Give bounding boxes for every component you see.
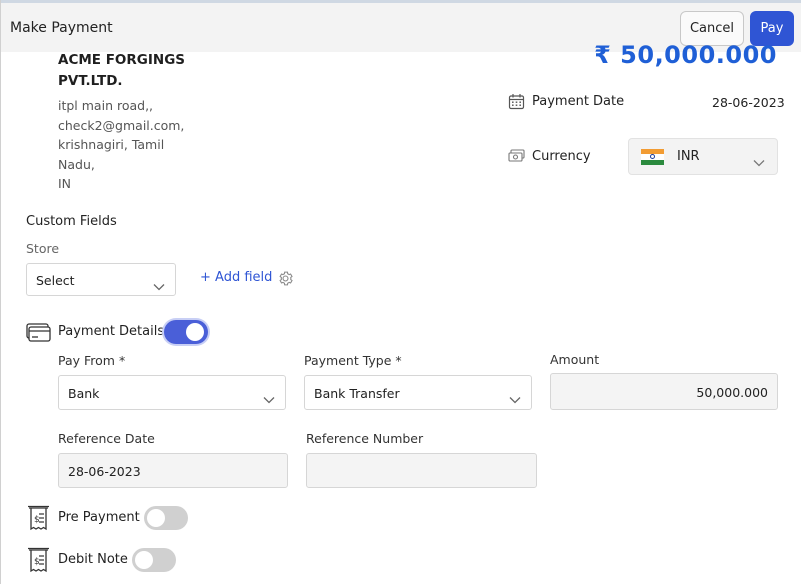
chevron-down-icon: [753, 152, 765, 171]
receipt-icon: $: [26, 505, 50, 531]
reference-number-input[interactable]: [306, 453, 537, 488]
payment-type-value: Bank Transfer: [314, 386, 400, 401]
credit-card-icon: [25, 322, 51, 342]
chevron-down-icon: [263, 389, 275, 408]
receipt-icon: $: [26, 547, 50, 573]
pre-payment-label: Pre Payment: [58, 510, 140, 525]
svg-text:$: $: [34, 515, 40, 525]
toggle-knob: [147, 509, 165, 527]
pay-from-select[interactable]: Bank: [58, 375, 286, 410]
calendar-icon: [507, 92, 525, 110]
currency-select[interactable]: INR: [628, 138, 778, 175]
toggle-knob: [135, 551, 153, 569]
cash-icon: [507, 148, 525, 164]
vendor-address-line: krishnagiri, Tamil: [58, 137, 165, 152]
payment-details-label: Payment Details: [58, 324, 165, 339]
pre-payment-toggle[interactable]: [144, 506, 188, 530]
store-label: Store: [26, 241, 60, 256]
vendor-address-line: check2@gmail.com,: [58, 118, 185, 133]
vendor-address-line: Nadu,: [58, 157, 95, 172]
reference-number-label: Reference Number: [306, 431, 424, 446]
payment-details-toggle[interactable]: [164, 320, 208, 344]
pay-from-label: Pay From *: [58, 353, 126, 368]
payment-date-label: Payment Date: [532, 94, 625, 109]
gear-icon[interactable]: [276, 269, 294, 287]
india-flag-icon: [641, 149, 664, 165]
debit-note-toggle[interactable]: [132, 548, 176, 572]
currency-value: INR: [677, 149, 700, 164]
amount-input[interactable]: 50,000.000: [550, 373, 778, 410]
payment-type-label: Payment Type *: [304, 353, 402, 368]
vendor-address-line: IN: [58, 176, 72, 191]
reference-date-value: 28-06-2023: [68, 464, 141, 479]
chevron-down-icon: [509, 389, 521, 408]
add-field-link[interactable]: + Add field: [200, 270, 272, 285]
reference-date-label: Reference Date: [58, 431, 155, 446]
payment-date-value[interactable]: 28-06-2023: [712, 95, 785, 110]
pay-from-value: Bank: [68, 386, 100, 401]
toggle-knob: [186, 323, 204, 341]
dialog-title: Make Payment: [10, 20, 113, 36]
payment-type-select[interactable]: Bank Transfer: [304, 375, 532, 410]
svg-text:$: $: [34, 557, 40, 567]
payment-amount-display: ₹ 50,000.000: [594, 41, 777, 69]
debit-note-label: Debit Note: [58, 552, 128, 567]
vendor-name: ACME FORGINGS PVT.LTD.: [58, 52, 186, 89]
reference-date-input[interactable]: 28-06-2023: [58, 453, 288, 488]
store-select-value: Select: [36, 273, 75, 288]
vendor-address-line: itpl main road,,: [58, 98, 154, 113]
amount-label: Amount: [550, 352, 600, 367]
currency-label: Currency: [532, 149, 591, 164]
store-select[interactable]: Select: [26, 263, 176, 296]
custom-fields-title: Custom Fields: [26, 214, 117, 229]
make-payment-dialog: Make Payment Cancel Pay ACME FORGINGS PV…: [0, 0, 801, 584]
amount-value: 50,000.000: [696, 385, 768, 400]
chevron-down-icon: [153, 276, 165, 295]
